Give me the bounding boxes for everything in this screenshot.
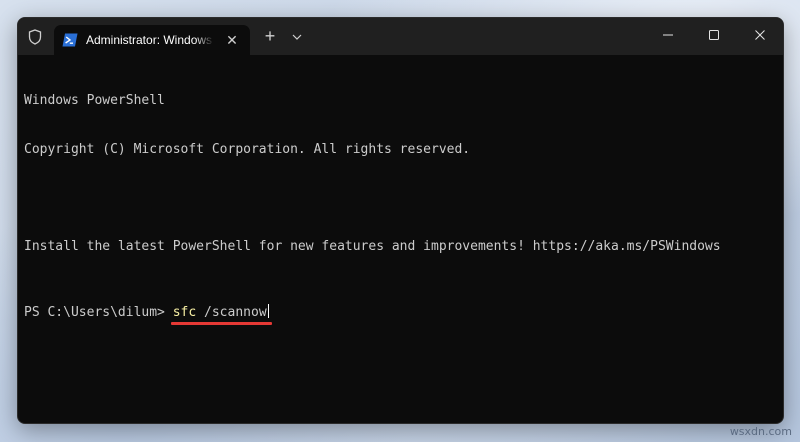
close-button[interactable] [737,18,783,51]
text-cursor [267,303,269,318]
output-line: Windows PowerShell [24,93,165,109]
command-line[interactable]: PS C:\Users\dilum> sfc /scannow [24,303,777,326]
chevron-down-icon[interactable] [286,18,308,55]
output-line: Install the latest PowerShell for new fe… [24,239,721,255]
title-bar[interactable]: Administrator: Windows PowerShell ✕ + [18,18,783,55]
terminal-output[interactable]: Windows PowerShell Copyright (C) Microso… [18,55,783,353]
output-line: Copyright (C) Microsoft Corporation. All… [24,142,471,157]
close-icon [755,29,765,40]
minimize-button[interactable] [645,18,691,51]
terminal-window[interactable]: Administrator: Windows PowerShell ✕ + [17,17,784,424]
powershell-icon [62,32,78,48]
command-name: sfc [172,304,197,320]
red-underline-annotation [170,322,272,326]
minimize-icon [663,34,673,35]
watermark: wsxdn.com [729,425,792,438]
highlighted-command: sfc /scannow [170,303,272,326]
shield-icon [20,18,50,55]
close-tab-icon[interactable]: ✕ [222,30,242,50]
maximize-button[interactable] [691,18,737,51]
command-argument: /scannow [196,304,267,320]
tab-powershell[interactable]: Administrator: Windows PowerShell ✕ [54,25,250,55]
new-tab-button[interactable]: + [254,18,286,55]
prompt: PS C:\Users\dilum> [24,304,173,320]
maximize-icon [709,29,719,40]
tab-title: Administrator: Windows PowerShell [86,33,214,47]
window-controls [645,18,783,55]
